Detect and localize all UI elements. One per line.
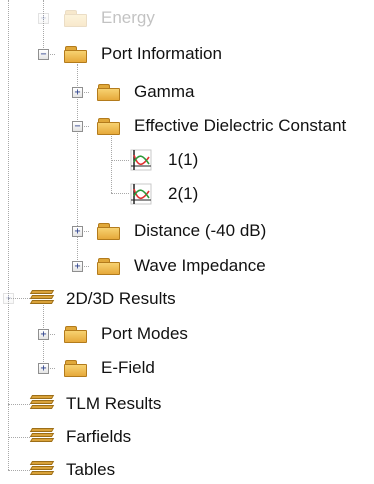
tree-item-2d3d-results[interactable]: + 2D/3D Results bbox=[0, 285, 260, 313]
tree-item-energy[interactable]: + Energy bbox=[0, 4, 200, 32]
expand-toggle[interactable]: + bbox=[72, 226, 83, 237]
folder-icon bbox=[64, 325, 88, 343]
tree-item-tlm-results[interactable]: TLM Results bbox=[0, 390, 240, 418]
tree-item-tables[interactable]: Tables bbox=[0, 456, 220, 484]
folder-icon bbox=[97, 257, 121, 275]
tree-item-label: 2(1) bbox=[168, 184, 199, 203]
folder-icon bbox=[64, 45, 88, 63]
folder-icon bbox=[97, 222, 121, 240]
tree-item-label: Distance (-40 dB) bbox=[134, 221, 267, 240]
results-icon bbox=[29, 395, 56, 413]
results-icon bbox=[29, 428, 56, 446]
tree-item-port-modes[interactable]: + Port Modes bbox=[0, 320, 260, 348]
tree-item-result-1-1[interactable]: 1(1) bbox=[0, 146, 240, 174]
tree-item-label: 1(1) bbox=[168, 150, 199, 169]
folder-icon bbox=[97, 117, 121, 135]
tree-item-label: TLM Results bbox=[66, 394, 162, 413]
tree-item-effective-dielectric-constant[interactable]: − Effective Dielectric Constant bbox=[0, 112, 374, 140]
tree-item-label: Energy bbox=[101, 8, 155, 27]
tree-item-gamma[interactable]: + Gamma bbox=[0, 78, 230, 106]
tree-item-label: Port Information bbox=[101, 44, 222, 63]
tree-item-distance[interactable]: + Distance (-40 dB) bbox=[0, 217, 320, 245]
results-icon bbox=[29, 290, 56, 308]
expand-toggle[interactable]: + bbox=[38, 363, 49, 374]
tree-item-label: Gamma bbox=[134, 82, 195, 101]
collapse-toggle[interactable]: − bbox=[72, 121, 83, 132]
tree-item-label: E-Field bbox=[101, 358, 155, 377]
tree-item-label: Tables bbox=[66, 460, 116, 479]
folder-icon bbox=[64, 359, 88, 377]
tree-item-e-field[interactable]: + E-Field bbox=[0, 354, 220, 382]
folder-icon bbox=[97, 83, 121, 101]
tree-item-label: Wave Impedance bbox=[134, 256, 266, 275]
collapse-toggle[interactable]: − bbox=[38, 49, 49, 60]
tree-item-wave-impedance[interactable]: + Wave Impedance bbox=[0, 252, 320, 280]
expand-toggle[interactable]: + bbox=[72, 261, 83, 272]
expand-toggle[interactable]: + bbox=[72, 87, 83, 98]
tree-item-farfields[interactable]: Farfields bbox=[0, 423, 220, 451]
tree-item-label: 2D/3D Results bbox=[66, 289, 176, 308]
tree-item-port-information[interactable]: − Port Information bbox=[0, 40, 260, 68]
expand-toggle[interactable]: + bbox=[38, 329, 49, 340]
tree-item-result-2-1[interactable]: 2(1) bbox=[0, 180, 240, 208]
result-curve-icon bbox=[130, 149, 152, 171]
folder-icon bbox=[64, 9, 88, 27]
expand-toggle[interactable]: + bbox=[3, 293, 14, 304]
tree-item-label: Effective Dielectric Constant bbox=[134, 116, 347, 135]
expand-toggle[interactable]: + bbox=[38, 13, 49, 24]
navigation-tree: + Energy − Port Information + Gamma − Ef… bbox=[0, 0, 374, 483]
tree-item-label: Farfields bbox=[66, 427, 132, 446]
tree-item-label: Port Modes bbox=[101, 324, 188, 343]
result-curve-icon bbox=[130, 183, 152, 205]
results-icon bbox=[29, 461, 56, 479]
